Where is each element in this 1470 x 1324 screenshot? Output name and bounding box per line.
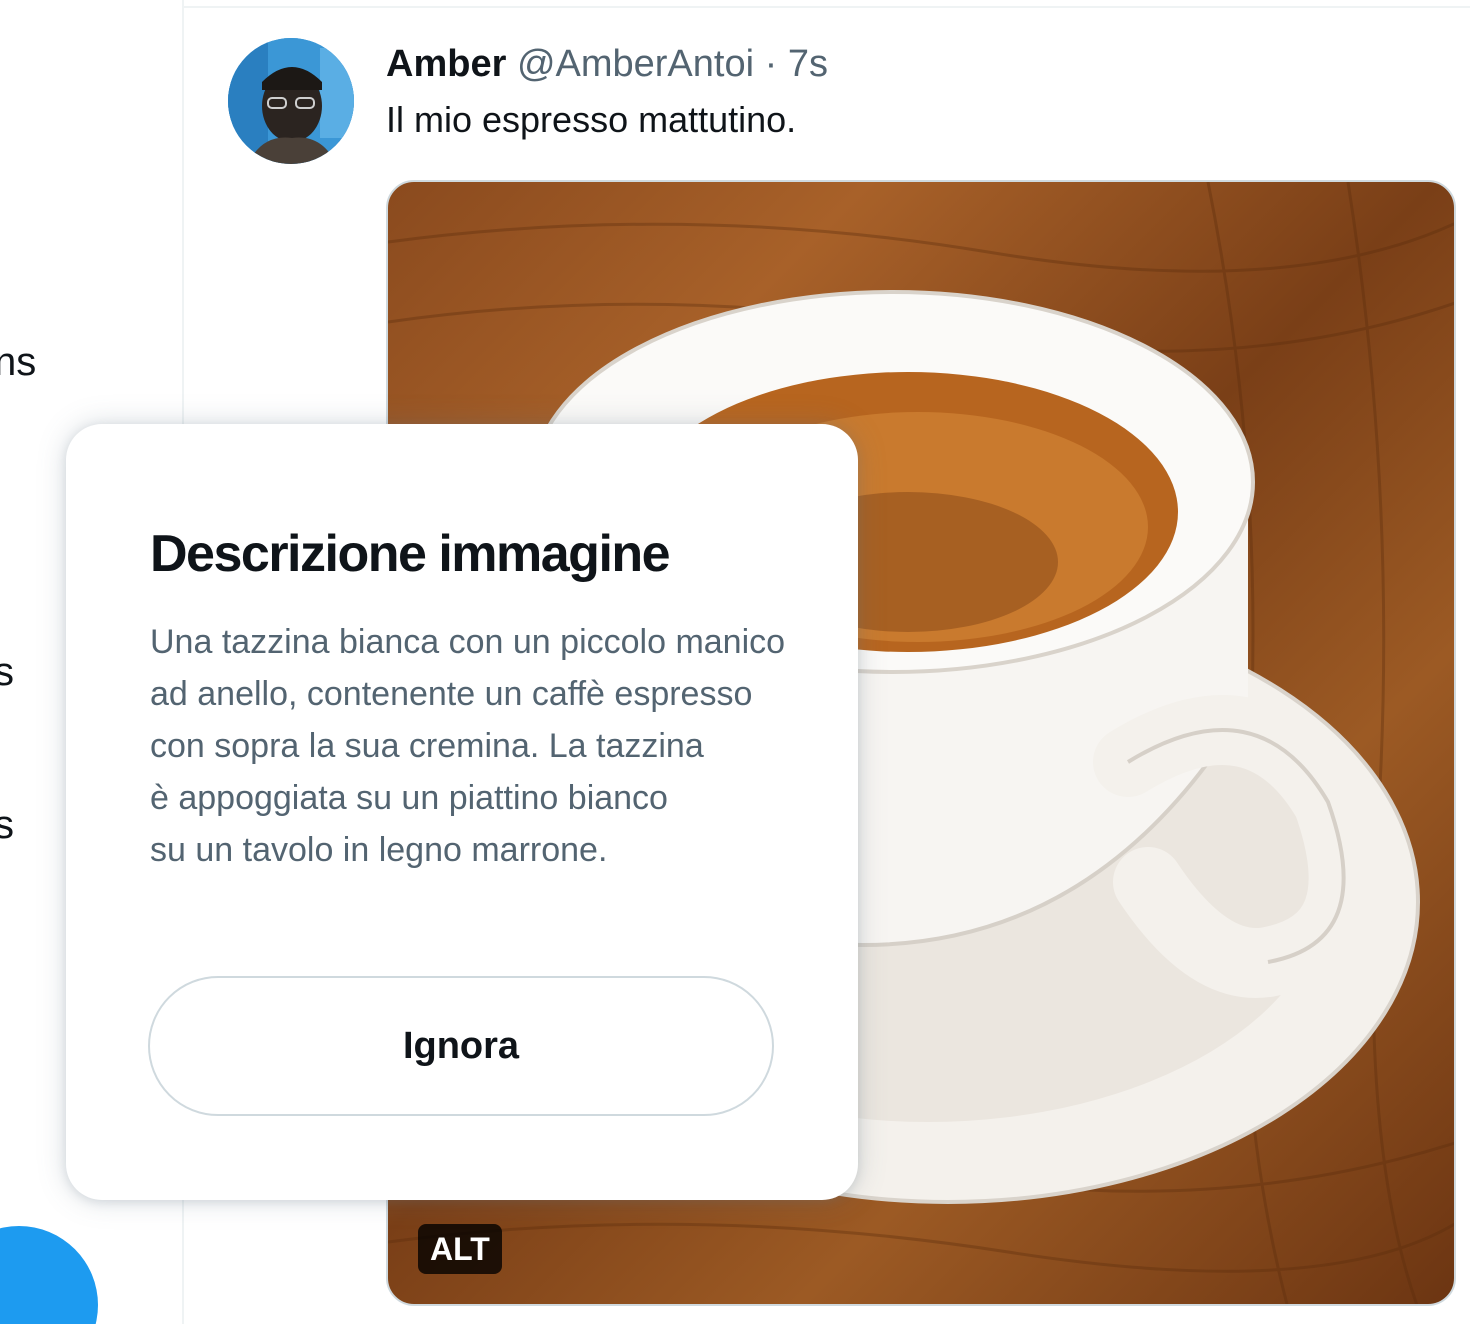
author-handle[interactable]: @AmberAntoi — [517, 43, 754, 85]
dialog-title: Descrizione immagine — [150, 525, 671, 583]
description-line: Una tazzina bianca con un piccolo manico — [150, 623, 786, 661]
avatar[interactable] — [228, 38, 354, 164]
author-name[interactable]: Amber — [386, 43, 506, 85]
image-description-dialog: Descrizione immagine Una tazzina bianca … — [66, 424, 858, 1200]
tweet-timestamp[interactable]: 7s — [788, 43, 828, 85]
nav-item-2[interactable]: s — [0, 650, 14, 695]
nav-item-3[interactable]: s — [0, 803, 14, 848]
post-button[interactable] — [0, 1226, 98, 1324]
header-separator: · — [764, 43, 778, 85]
description-line: è appoggiata su un piattino bianco — [150, 779, 668, 817]
alt-badge[interactable]: ALT — [418, 1224, 502, 1274]
dismiss-button[interactable]: Ignora — [148, 976, 774, 1116]
tweet-header: Amber @AmberAntoi · 7s — [386, 40, 828, 88]
description-line: ad anello, contenente un caffè espresso — [150, 675, 753, 713]
tweet-text: Il mio espresso mattutino. — [386, 99, 797, 140]
description-line: con sopra la sua cremina. La tazzina — [150, 727, 704, 765]
avatar-photo — [228, 38, 354, 164]
nav-item-1[interactable]: ns — [0, 340, 36, 385]
tweet-divider — [184, 6, 1470, 8]
description-line: su un tavolo in legno marrone. — [150, 831, 608, 869]
page: ns s s Amber @AmberAntoi · 7s Il mio esp… — [0, 0, 1470, 1324]
image-description-text: Una tazzina bianca con un piccolo manico… — [150, 616, 840, 876]
